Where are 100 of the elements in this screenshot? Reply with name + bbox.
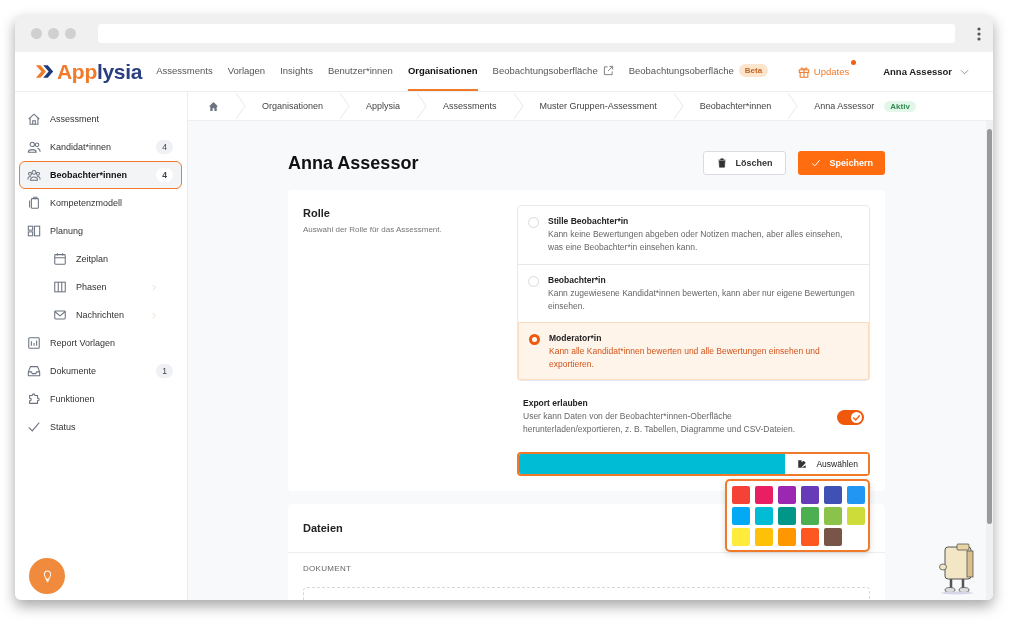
mail-icon <box>53 308 67 322</box>
section-title: Rolle <box>303 207 331 219</box>
color-swatch[interactable] <box>732 507 750 525</box>
sidebar-label: Planung <box>50 226 84 236</box>
inbox-icon <box>27 364 41 378</box>
section-title: Dateien <box>303 522 343 534</box>
color-swatch[interactable] <box>755 507 773 525</box>
nav-tab[interactable]: Organisationen <box>407 52 478 91</box>
nav-tab[interactable]: Beobachtungsoberfläche <box>492 52 614 91</box>
sidebar-item[interactable]: Funktionen <box>19 385 182 413</box>
user-menu[interactable]: Anna Assessor <box>883 52 969 91</box>
sidebar-item[interactable]: Nachrichten <box>19 301 182 329</box>
layout-icon <box>27 224 41 238</box>
status-badge: Aktiv <box>884 100 916 112</box>
scrollbar[interactable] <box>986 121 993 600</box>
option-description: Kann keine Bewertungen abgeben oder Notizen machen, aber alles einsehen, was eine Beobachter*in einsehen kann. <box>548 228 844 254</box>
sidebar-item[interactable]: Report Vorlagen <box>19 329 182 357</box>
option-description: Kann alle Kandidat*innen bewerten und alle Bewertungen einsehen und exportieren. <box>549 345 821 371</box>
breadcrumb-link[interactable]: Anna Assessor <box>814 101 875 111</box>
nav-tab[interactable]: Benutzer*innen <box>327 52 393 91</box>
breadcrumb-link[interactable]: Organisationen <box>262 101 324 111</box>
color-swatch[interactable] <box>755 528 773 546</box>
page-title: Anna Assessor <box>288 152 419 174</box>
sidebar-label: Dokumente <box>50 366 97 376</box>
delete-button[interactable]: Löschen <box>703 151 787 175</box>
nav-tab[interactable]: Vorlagen <box>227 52 266 91</box>
sidebar-label: Funktionen <box>50 394 95 404</box>
sidebar-item[interactable]: Kandidat*innen 4 <box>19 133 182 161</box>
color-swatch[interactable] <box>778 507 796 525</box>
window-control-icon[interactable] <box>65 28 76 39</box>
logo-icon <box>35 64 55 79</box>
sidebar-label: Nachrichten <box>76 310 125 320</box>
color-swatch[interactable] <box>824 528 842 546</box>
external-link-icon <box>602 65 614 76</box>
palette-icon <box>797 459 808 469</box>
color-swatch[interactable] <box>801 507 819 525</box>
sidebar-item[interactable]: Beobachter*innen 4 <box>19 161 182 189</box>
breadcrumb-link[interactable]: Muster Gruppen-Assessment <box>539 101 657 111</box>
puzzle-icon <box>27 392 41 406</box>
color-swatch[interactable] <box>847 486 865 504</box>
color-swatch[interactable] <box>801 486 819 504</box>
window-control-icon[interactable] <box>48 28 59 39</box>
checkmark-icon <box>811 158 822 168</box>
count-badge: 4 <box>156 168 173 182</box>
sidebar-item[interactable]: Assessment <box>19 105 182 133</box>
sidebar-label: Kompetenzmodell <box>50 198 123 208</box>
users-icon <box>27 140 41 154</box>
report-icon <box>27 336 41 350</box>
color-swatch[interactable] <box>732 486 750 504</box>
trash-icon <box>717 158 728 168</box>
check-icon <box>27 420 41 434</box>
sidebar-label: Zeitplan <box>76 254 109 264</box>
brand-name: Applysia <box>57 59 143 84</box>
color-swatch[interactable] <box>801 528 819 546</box>
sidebar-label: Beobachter*innen <box>50 170 127 180</box>
color-swatch[interactable] <box>755 486 773 504</box>
sidebar-item[interactable]: Phasen <box>19 273 182 301</box>
toggle-switch[interactable] <box>837 409 864 425</box>
setting-title: Export erlauben <box>523 398 589 408</box>
option-title: Beobachter*in <box>548 275 607 285</box>
count-badge: 1 <box>156 364 173 378</box>
color-swatch[interactable] <box>824 486 842 504</box>
beta-badge: Beta <box>738 64 769 77</box>
count-badge: 4 <box>156 140 173 154</box>
sidebar-item[interactable]: Kompetenzmodell <box>19 189 182 217</box>
sidebar-item[interactable]: Zeitplan <box>19 245 182 273</box>
sidebar-label: Phasen <box>76 282 107 292</box>
color-swatch[interactable] <box>732 528 750 546</box>
column-header: DOKUMENT <box>302 563 353 573</box>
color-swatch[interactable] <box>778 486 796 504</box>
more-icon[interactable] <box>977 26 981 41</box>
breadcrumb-link[interactable]: Beobachter*innen <box>699 101 772 111</box>
breadcrumb-link[interactable]: Assessments <box>443 101 497 111</box>
window-control-icon[interactable] <box>31 28 42 39</box>
color-swatch[interactable] <box>778 528 796 546</box>
home-icon[interactable] <box>208 100 219 112</box>
chevron-down-icon <box>960 68 969 75</box>
role-option[interactable]: Moderator*in Kann alle Kandidat*innen bewerten und alle Bewertungen einsehen und exportieren. <box>518 322 869 380</box>
calendar-icon <box>53 252 67 266</box>
copy-icon <box>27 196 41 210</box>
nav-tab[interactable]: Insights <box>280 52 313 91</box>
nav-tab[interactable]: Beobachtungsoberfläche Beta <box>628 52 769 91</box>
sidebar-item[interactable]: Planung <box>19 217 182 245</box>
home-icon <box>27 112 41 126</box>
sidebar-label: Assessment <box>50 114 100 124</box>
sidebar-item[interactable]: Status <box>19 413 182 441</box>
nav-tab[interactable]: Assessments <box>156 52 213 91</box>
setting-description: User kann Daten von der Beobachter*innen-Oberfläche herunterladen/exportieren, z. B. Tabellen, Diagramme und CSV-Dateien. <box>523 410 796 436</box>
role-option[interactable]: Stille Beobachter*in Kann keine Bewertungen abgeben oder Notizen machen, aber alles einsehen, was eine Beobachter*in einsehen kann. <box>518 206 869 264</box>
lightbulb-icon <box>41 569 53 583</box>
help-button[interactable] <box>29 558 65 594</box>
sidebar-label: Report Vorlagen <box>50 338 116 348</box>
sidebar-item[interactable]: Dokumente 1 <box>19 357 182 385</box>
color-swatch[interactable] <box>824 507 842 525</box>
section-description: Auswahl der Rolle für das Assessment. <box>303 225 443 234</box>
option-description: Kann zugewiesene Kandidat*innen bewerten, kann aber nur eigene Bewertungen einsehen. <box>548 287 856 313</box>
radio-button[interactable] <box>529 334 540 345</box>
sidebar-label: Kandidat*innen <box>50 142 112 152</box>
breadcrumb-link[interactable]: Applysia <box>366 101 401 111</box>
color-swatch[interactable] <box>847 507 865 525</box>
